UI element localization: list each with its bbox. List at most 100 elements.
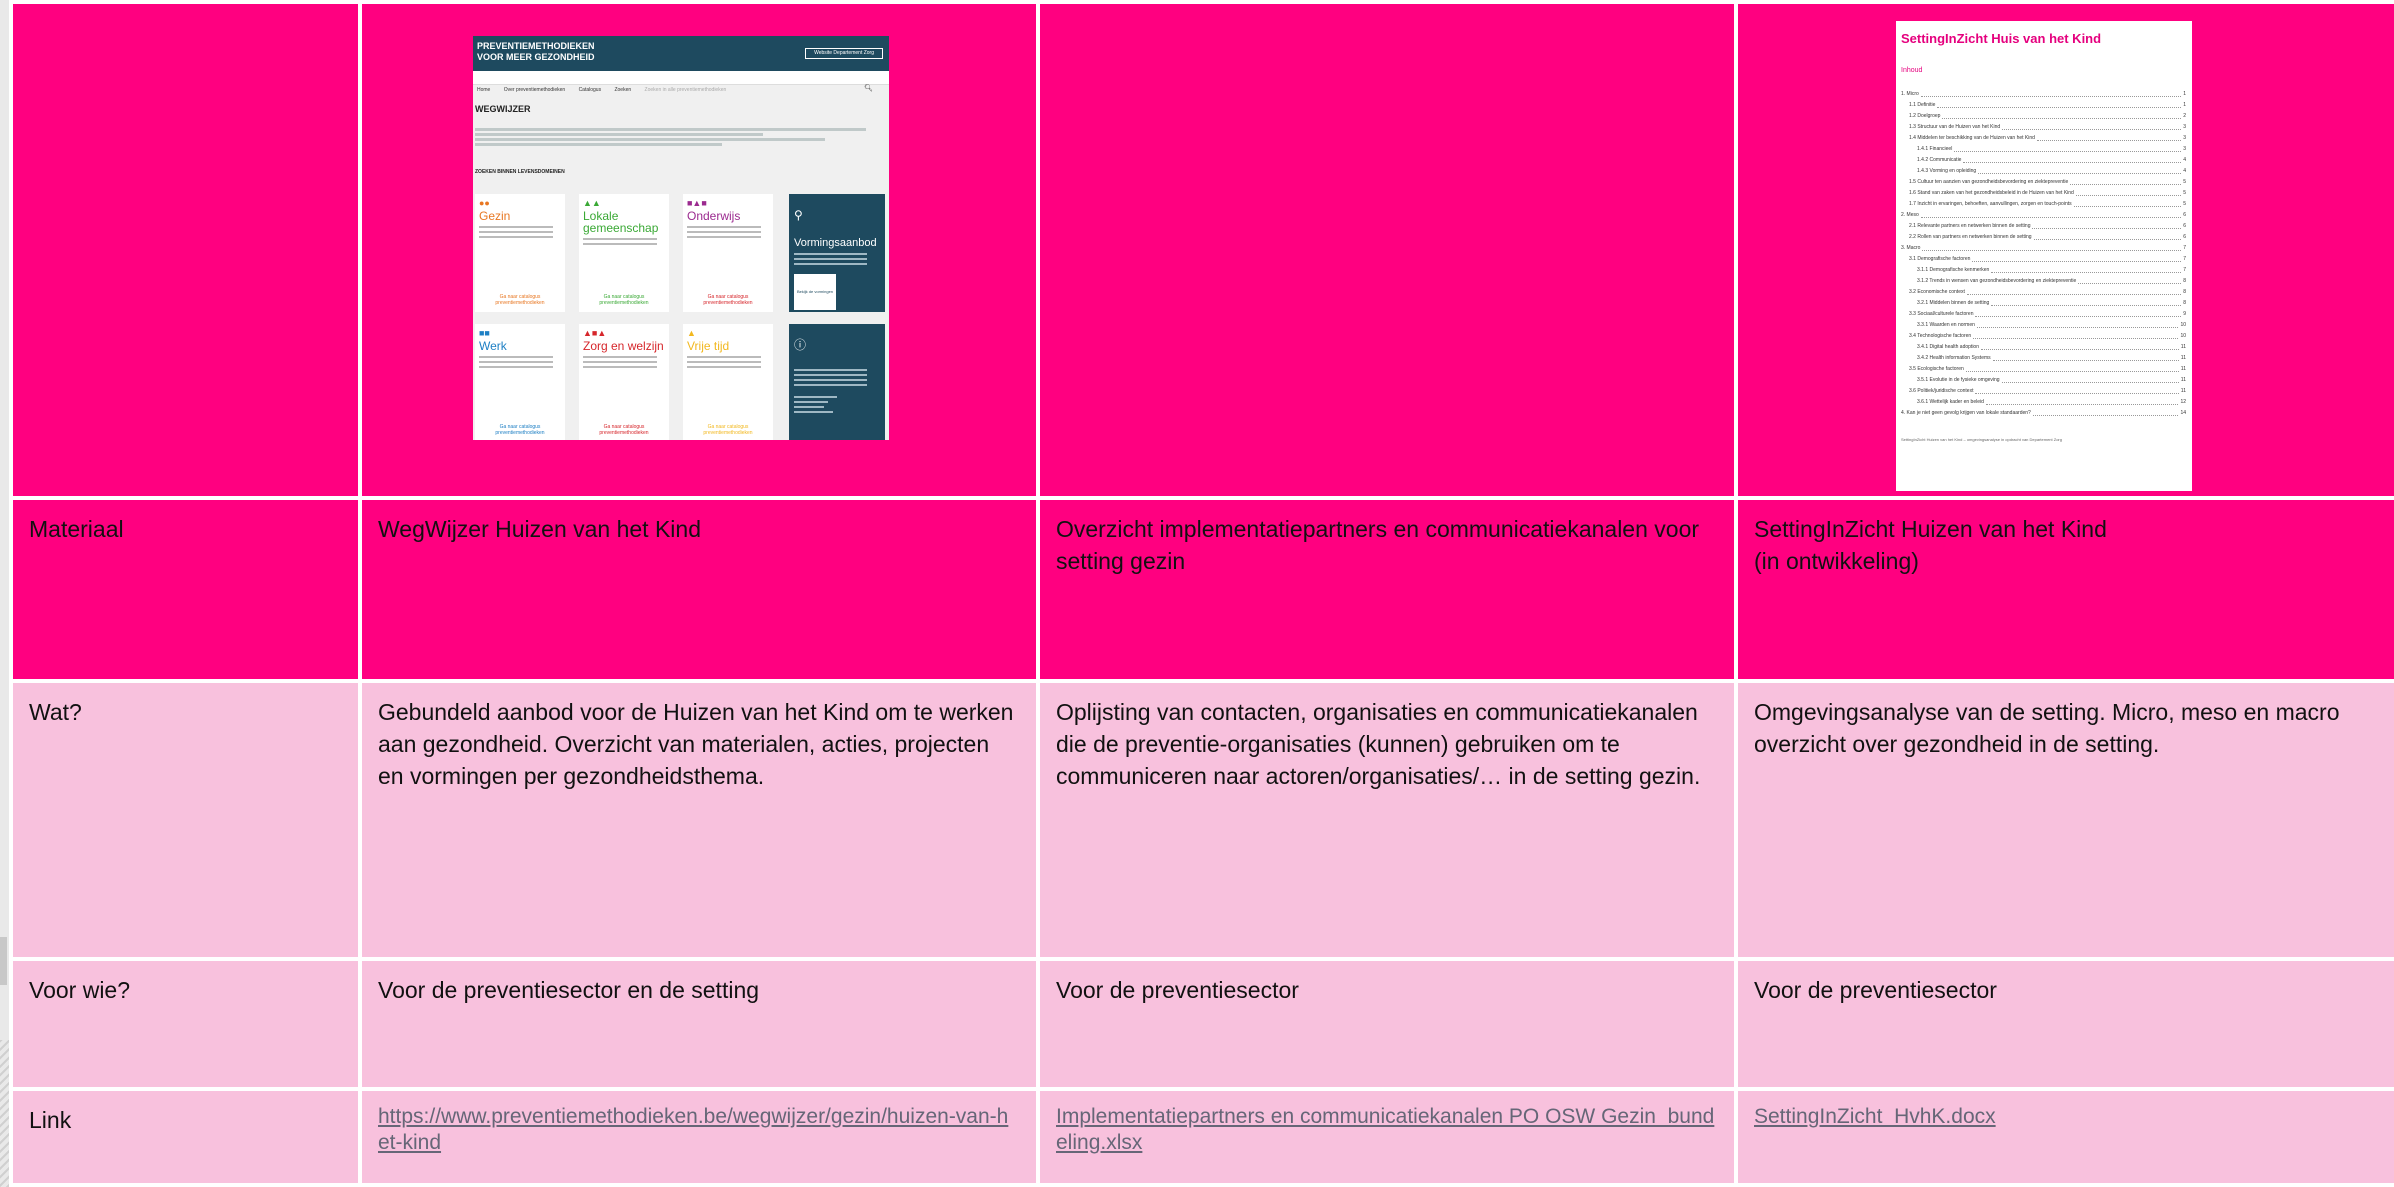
toc-entry-page: 11 bbox=[2180, 366, 2186, 372]
toc-entry-title: 1.5 Cultuur ten aanzien van gezondheidsb… bbox=[1909, 179, 2069, 185]
site-nav-zoeken: Zoeken bbox=[614, 87, 632, 93]
toc-dot-leader bbox=[2033, 232, 2182, 240]
toc-entry-page: 4 bbox=[2183, 157, 2186, 163]
toc-entry: 1.4.1 Financieel 3 bbox=[1901, 144, 2186, 155]
toc-entry-page: 9 bbox=[2183, 311, 2186, 317]
toc-entry: 3.6.1 Wettelijk kader en beleid 12 bbox=[1901, 397, 2186, 408]
toc-entry-page: 3 bbox=[2183, 124, 2186, 130]
card-text-line bbox=[687, 236, 761, 238]
link-cell-overzicht: Implementatiepartners en communicatiekan… bbox=[1036, 1087, 1738, 1187]
toc-entry-page: 7 bbox=[2183, 256, 2186, 262]
info-text-line bbox=[794, 406, 825, 408]
info-panel: ⓘ bbox=[789, 324, 885, 440]
toc-entry: 3.6 Politiek/juridische context 11 bbox=[1901, 386, 2186, 397]
site-section-title: ZOEKEN BINNEN LEVENSDOMEINEN bbox=[475, 169, 565, 175]
site-nav-over: Over preventiemethodieken bbox=[503, 87, 566, 93]
left-edge-strip bbox=[0, 0, 9, 1187]
card-text-line bbox=[583, 243, 657, 245]
toc-dot-leader bbox=[1991, 298, 2182, 306]
vorming-title: Vormingsaanbod bbox=[794, 237, 877, 249]
materiaal-overzicht: Overzicht implementatiepartners en commu… bbox=[1036, 496, 1738, 683]
info-text-line bbox=[794, 369, 868, 371]
info-text-line bbox=[794, 384, 868, 386]
toc-entry: 3.4.1 Digital health adoption 11 bbox=[1901, 342, 2186, 353]
site-nav-home: Home bbox=[477, 87, 491, 93]
card-gezin: ●● Gezin Ga naar catalogus preventiemeth… bbox=[475, 194, 565, 312]
toc-entry: 1.3 Structuur van de Huizen van het Kind… bbox=[1901, 122, 2186, 133]
image-row-label-cell bbox=[9, 0, 362, 500]
toc-entry: 4. Kan je niet geen gevolg krijgen van l… bbox=[1901, 408, 2186, 419]
link-row: Link https://www.preventiemethodieken.be… bbox=[9, 1087, 2394, 1187]
toc-entry: 2.2 Rollen van partners en netwerken bin… bbox=[1901, 232, 2186, 243]
card-text-line bbox=[687, 361, 761, 363]
toc-entry: 2. Meso 6 bbox=[1901, 210, 2186, 221]
toc-dot-leader bbox=[1965, 364, 2179, 372]
card-cta: Ga naar catalogus preventiemethodieken bbox=[599, 424, 649, 436]
card-zorg-en-welzijn: ▲■▲ Zorg en welzijn Ga naar catalogus pr… bbox=[579, 324, 669, 440]
toc-entry-title: 3.5 Ecologische factoren bbox=[1909, 366, 1964, 372]
materiaal-wegwijzer: WegWijzer Huizen van het Kind bbox=[358, 496, 1040, 683]
card-text-line bbox=[479, 366, 553, 368]
card-title: Werk bbox=[479, 339, 507, 353]
card-text-line bbox=[479, 356, 553, 358]
overzicht-xlsx-link[interactable]: Implementatiepartners en communicatiekan… bbox=[1056, 1104, 1718, 1156]
card-text-line bbox=[583, 356, 657, 358]
wegwijzer-thumbnail-cell: PREVENTIEMETHODIEKEN VOOR MEER GEZONDHEI… bbox=[358, 0, 1040, 500]
settinginzicht-document-thumbnail: SettingInZicht Huis van het Kind Inhoud … bbox=[1896, 21, 2192, 491]
toc-entry-page: 5 bbox=[2183, 179, 2186, 185]
info-icon: ⓘ bbox=[794, 338, 807, 352]
toc-entry-page: 8 bbox=[2183, 300, 2186, 306]
voor-wie-settinginzicht: Voor de preventiesector bbox=[1734, 957, 2394, 1091]
toc-dot-leader bbox=[1963, 155, 2182, 163]
toc-entry: 3.3.1 Waarden en normen 10 bbox=[1901, 320, 2186, 331]
card-vrije-tijd: ▲ Vrije tijd Ga naar catalogus preventie… bbox=[683, 324, 773, 440]
toc-entry-page: 2 bbox=[2183, 113, 2186, 119]
toc-entry-title: 3.1.2 Trends in wensen van gezondheidsbe… bbox=[1917, 278, 2077, 284]
settinginzicht-thumbnail-cell: SettingInZicht Huis van het Kind Inhoud … bbox=[1734, 0, 2394, 500]
site-nav-search-placeholder: Zoeken in alle preventiemethodieken bbox=[644, 87, 727, 93]
info-text-line bbox=[794, 379, 868, 381]
toc-dot-leader bbox=[1981, 342, 2179, 350]
card-cta: Ga naar catalogus preventiemethodieken bbox=[599, 294, 649, 306]
site-page-title: WEGWIJZER bbox=[475, 104, 531, 114]
toc-dot-leader bbox=[1954, 144, 2182, 152]
toc-entry-title: 1. Micro bbox=[1901, 91, 1919, 97]
toc-entry: 3.3 Sociaal/culturele factoren 9 bbox=[1901, 309, 2186, 320]
link-cell-settinginzicht: SettingInZicht_HvhK.docx bbox=[1734, 1087, 2394, 1187]
site-cards: ●● Gezin Ga naar catalogus preventiemeth… bbox=[475, 194, 887, 440]
toc-entry-title: 1.4.1 Financieel bbox=[1917, 146, 1953, 152]
toc-entry-title: 1.2 Doelgroep bbox=[1909, 113, 1941, 119]
toc-dot-leader bbox=[1922, 243, 2182, 251]
toc-dot-leader bbox=[1991, 265, 2182, 273]
toc-dot-leader bbox=[2001, 375, 2179, 383]
settinginzicht-docx-link[interactable]: SettingInZicht_HvhK.docx bbox=[1754, 1104, 2378, 1130]
toc-entry: 3.4.2 Health information Systems 11 bbox=[1901, 353, 2186, 364]
card-werk: ■■ Werk Ga naar catalogus preventiemetho… bbox=[475, 324, 565, 440]
left-hatch-pattern bbox=[0, 1040, 9, 1187]
doc-toc: 1. Micro 1 1.1 Definitie 1 1.2 Doelgroep 2 1.3… bbox=[1901, 89, 2186, 419]
toc-entry-page: 5 bbox=[2183, 201, 2186, 207]
card-text-line bbox=[687, 226, 761, 228]
toc-entry-page: 1 bbox=[2183, 102, 2186, 108]
card-onderwijs: ■▲■ Onderwijs Ga naar catalogus preventi… bbox=[683, 194, 773, 312]
row-label-wat: Wat? bbox=[9, 679, 362, 961]
care-icon: ▲■▲ bbox=[583, 328, 607, 338]
vorming-text-line bbox=[794, 258, 868, 260]
toc-entry-title: 3.2 Economische context bbox=[1909, 289, 1965, 295]
toc-entry: 1.6 Stand van zaken van het gezondheidsb… bbox=[1901, 188, 2186, 199]
toc-dot-leader bbox=[2032, 221, 2182, 229]
wegwijzer-link[interactable]: https://www.preventiemethodieken.be/wegw… bbox=[378, 1104, 1020, 1156]
toc-entry-page: 8 bbox=[2183, 278, 2186, 284]
toc-entry-page: 12 bbox=[2180, 399, 2186, 405]
toc-entry: 3. Macro 7 bbox=[1901, 243, 2186, 254]
doc-toc-heading: Inhoud bbox=[1901, 67, 1923, 74]
vorming-text-line bbox=[794, 263, 868, 265]
info-text-line bbox=[794, 401, 829, 403]
toc-entry: 3.1.2 Trends in wensen van gezondheidsbe… bbox=[1901, 276, 2186, 287]
card-cta: Ga naar catalogus preventiemethodieken bbox=[703, 424, 753, 436]
site-nav: Home Over preventiemethodieken Catalogus… bbox=[473, 71, 889, 93]
toc-entry: 1.2 Doelgroep 2 bbox=[1901, 111, 2186, 122]
card-text-line bbox=[583, 238, 657, 240]
vorming-text-line bbox=[794, 253, 868, 255]
info-text-line bbox=[794, 374, 868, 376]
